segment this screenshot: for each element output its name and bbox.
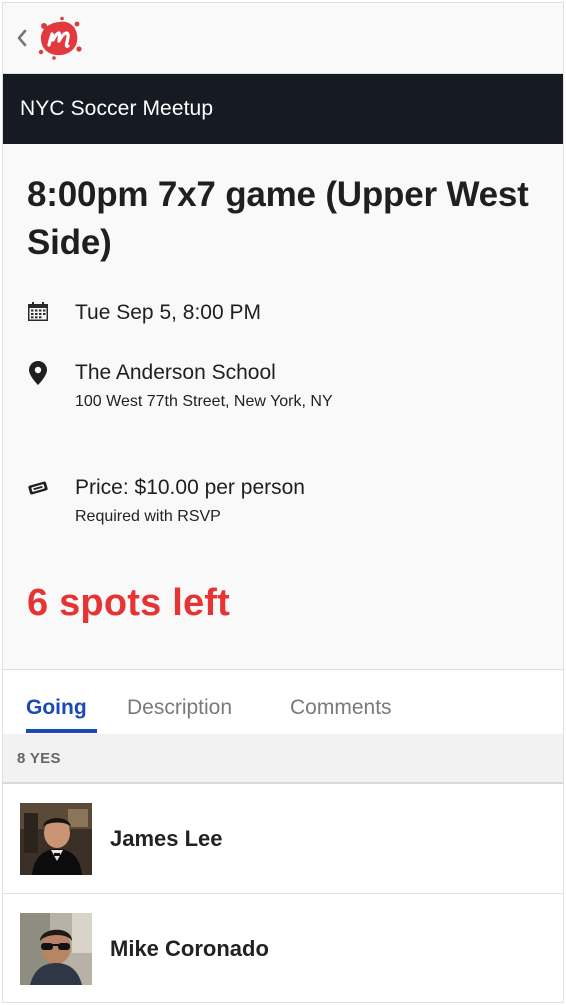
member-row[interactable]: James Lee: [3, 784, 563, 894]
member-name[interactable]: Mike Coronado: [110, 936, 269, 962]
venue-link[interactable]: The Anderson School: [75, 359, 333, 387]
back-button[interactable]: [13, 25, 31, 51]
tab-comments[interactable]: Comments: [290, 696, 392, 720]
event-details: 8:00pm 7x7 game (Upper West Side) Tue Se…: [3, 144, 563, 670]
event-tabs: Going Description Comments: [3, 670, 563, 734]
map-pin-icon: [29, 361, 47, 385]
event-price-row: Price: $10.00 per person Required with R…: [27, 474, 305, 529]
avatar: [20, 912, 92, 985]
app-frame: NYC Soccer Meetup 8:00pm 7x7 game (Upper…: [2, 2, 564, 1003]
venue-address: 100 West 77th Street, New York, NY: [75, 393, 333, 410]
member-name[interactable]: James Lee: [110, 826, 223, 852]
price-label: Price: $10.00 per person: [75, 476, 305, 499]
price-note: Required with RSVP: [75, 508, 221, 525]
event-date-row: Tue Sep 5, 8:00 PM: [27, 299, 261, 327]
event-datetime: Tue Sep 5, 8:00 PM: [75, 301, 261, 324]
ticket-icon: [28, 481, 48, 495]
top-app-bar: [3, 3, 563, 74]
tab-going[interactable]: Going: [26, 696, 87, 720]
event-location-row: The Anderson School 100 West 77th Street…: [27, 359, 333, 414]
rsvp-count-header: 8 YES: [3, 734, 563, 784]
back-chevron-icon: [17, 29, 27, 47]
calendar-icon: [28, 302, 48, 321]
group-name-header[interactable]: NYC Soccer Meetup: [3, 74, 563, 144]
avatar: [20, 802, 92, 875]
group-name[interactable]: NYC Soccer Meetup: [20, 97, 213, 121]
member-row[interactable]: Mike Coronado: [3, 894, 563, 1002]
spots-left-label: 6 spots left: [27, 582, 230, 624]
active-tab-indicator: [26, 729, 97, 733]
tab-description[interactable]: Description: [127, 696, 232, 720]
meetup-logo[interactable]: [35, 16, 83, 60]
event-title: 8:00pm 7x7 game (Upper West Side): [27, 175, 529, 262]
